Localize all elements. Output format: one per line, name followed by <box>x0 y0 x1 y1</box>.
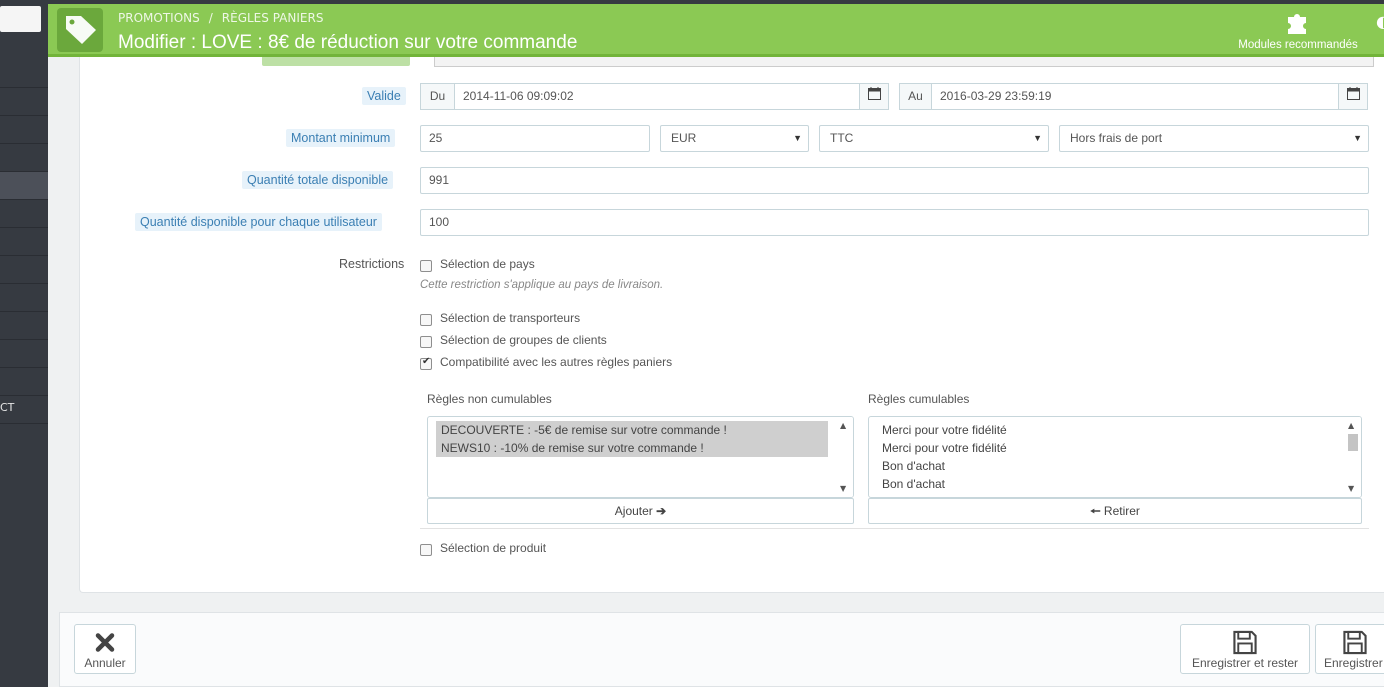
list-item[interactable]: Bon d'achat <box>877 475 1337 493</box>
scroll-down-icon[interactable]: ▼ <box>840 484 846 493</box>
scroll-up-icon[interactable]: ▲ <box>1348 421 1354 430</box>
save-and-stay-label: Enregistrer et rester <box>1191 656 1299 670</box>
header-edge-icon[interactable]: ◐ <box>1376 12 1384 31</box>
per-user-quantity-label: Quantité disponible pour chaque utilisat… <box>135 213 382 231</box>
scroll-thumb[interactable] <box>1348 434 1358 451</box>
divider <box>420 528 1369 529</box>
sidebar-item[interactable] <box>0 60 48 88</box>
product-checkbox[interactable] <box>420 544 432 556</box>
recommended-modules-button[interactable]: Modules recommandés <box>1228 6 1368 54</box>
caret-down-icon: ▼ <box>1353 133 1362 143</box>
valid-to-input[interactable]: 2016-03-29 23:59:19 <box>931 83 1339 110</box>
total-quantity-input[interactable]: 991 <box>420 167 1369 194</box>
non-cumulative-listbox[interactable]: DECOUVERTE : -5€ de remise sur votre com… <box>427 416 854 498</box>
save-and-stay-button[interactable]: Enregistrer et rester <box>1180 624 1310 674</box>
product-checkbox-label[interactable]: Sélection de produit <box>440 541 546 555</box>
country-checkbox-label[interactable]: Sélection de pays <box>440 257 535 271</box>
calendar-icon[interactable] <box>859 83 889 110</box>
valid-from-input[interactable]: 2014-11-06 09:09:02 <box>454 83 860 110</box>
tag-icon <box>57 8 103 52</box>
sidebar-item[interactable] <box>0 340 48 368</box>
to-addon: Au <box>899 83 932 110</box>
sidebar-item[interactable] <box>0 368 48 396</box>
minimum-amount-label: Montant minimum <box>286 129 396 147</box>
arrow-left-icon: 🠔 <box>1090 504 1101 518</box>
country-hint: Cette restriction s'applique au pays de … <box>420 279 664 291</box>
restrictions-label: Restrictions <box>339 257 405 271</box>
page-title: Modifier : LOVE : 8€ de réduction sur vo… <box>118 32 578 53</box>
close-icon <box>95 633 115 652</box>
tax-value: TTC <box>830 131 854 145</box>
sidebar-item[interactable] <box>0 256 48 284</box>
save-button[interactable]: Enregistrer <box>1315 624 1384 674</box>
total-quantity-label: Quantité totale disponible <box>242 171 394 189</box>
cumulative-title: Règles cumulables <box>868 392 970 406</box>
add-label: Ajouter <box>614 504 653 518</box>
cancel-button[interactable]: Annuler <box>74 624 136 674</box>
remove-rule-button[interactable]: 🠔 Retirer <box>868 498 1362 524</box>
page-header: PROMOTIONS / RÈGLES PANIERS Modifier : LOV… <box>48 0 1384 57</box>
listbox-scrollbar[interactable]: ▲ ▼ <box>1345 417 1361 497</box>
sidebar-item[interactable] <box>0 284 48 312</box>
scroll-down-icon[interactable]: ▼ <box>1348 484 1354 493</box>
groups-checkbox[interactable] <box>420 336 432 348</box>
sidebar-item[interactable] <box>0 200 48 228</box>
sidebar-item[interactable] <box>0 228 48 256</box>
per-user-quantity-input[interactable]: 100 <box>420 209 1369 236</box>
arrow-right-icon: ➔ <box>656 504 667 518</box>
valid-label: Valide <box>362 87 406 105</box>
save-icon <box>1343 630 1367 655</box>
non-cumulative-title: Règles non cumulables <box>427 392 552 406</box>
breadcrumb-item[interactable]: PROMOTIONS <box>118 11 200 25</box>
save-icon <box>1233 630 1257 655</box>
compatibility-checkbox[interactable] <box>420 356 432 370</box>
sidebar-item[interactable] <box>0 88 48 116</box>
caret-down-icon: ▼ <box>1033 133 1042 143</box>
carrier-checkbox[interactable] <box>420 314 432 326</box>
modules-label: Modules recommandés <box>1238 39 1358 51</box>
calendar-icon[interactable] <box>1338 83 1368 110</box>
from-addon: Du <box>420 83 455 110</box>
cancel-label: Annuler <box>84 656 126 670</box>
breadcrumb: PROMOTIONS / RÈGLES PANIERS <box>118 11 323 25</box>
breadcrumb-separator: / <box>208 11 213 25</box>
list-item[interactable]: NEWS10 : -10% de remise sur votre comman… <box>436 439 828 457</box>
breadcrumb-item[interactable]: RÈGLES PANIERS <box>222 11 324 25</box>
listbox-scrollbar[interactable]: ▲ ▼ <box>837 417 853 497</box>
sidebar-item[interactable] <box>0 312 48 340</box>
compatibility-checkbox-label[interactable]: Compatibilité avec les autres règles pan… <box>440 355 672 369</box>
add-rule-button[interactable]: Ajouter ➔ <box>427 498 854 524</box>
list-item[interactable]: Bon d'achat <box>877 457 1337 475</box>
currency-select[interactable]: EUR ▼ <box>660 125 809 152</box>
minimum-amount-input[interactable]: 25 <box>420 125 650 152</box>
clipped-row <box>262 57 1384 68</box>
sidebar-item-label: CT <box>0 401 15 414</box>
list-item[interactable]: Merci pour votre fidélité <box>877 421 1337 439</box>
remove-label: Retirer <box>1103 504 1140 518</box>
puzzle-icon <box>1288 14 1306 34</box>
groups-checkbox-label[interactable]: Sélection de groupes de clients <box>440 333 607 347</box>
carrier-checkbox-label[interactable]: Sélection de transporteurs <box>440 311 580 325</box>
tax-select[interactable]: TTC ▼ <box>819 125 1049 152</box>
list-item[interactable]: DECOUVERTE : -5€ de remise sur votre com… <box>436 421 828 439</box>
caret-down-icon: ▼ <box>793 133 802 143</box>
cumulative-listbox[interactable]: Merci pour votre fidélité Merci pour vot… <box>868 416 1362 498</box>
list-item[interactable]: Merci pour votre fidélité <box>877 439 1337 457</box>
shipping-value: Hors frais de port <box>1070 131 1163 145</box>
currency-value: EUR <box>671 131 697 145</box>
sidebar-item[interactable] <box>0 144 48 172</box>
sidebar: CT <box>0 0 48 687</box>
shipping-select[interactable]: Hors frais de port ▼ <box>1059 125 1369 152</box>
scroll-up-icon[interactable]: ▲ <box>840 421 846 430</box>
country-checkbox[interactable] <box>420 260 432 272</box>
save-label: Enregistrer <box>1324 656 1383 670</box>
sidebar-item[interactable] <box>0 116 48 144</box>
sidebar-search[interactable] <box>0 6 41 32</box>
sidebar-item-active[interactable] <box>0 172 48 200</box>
